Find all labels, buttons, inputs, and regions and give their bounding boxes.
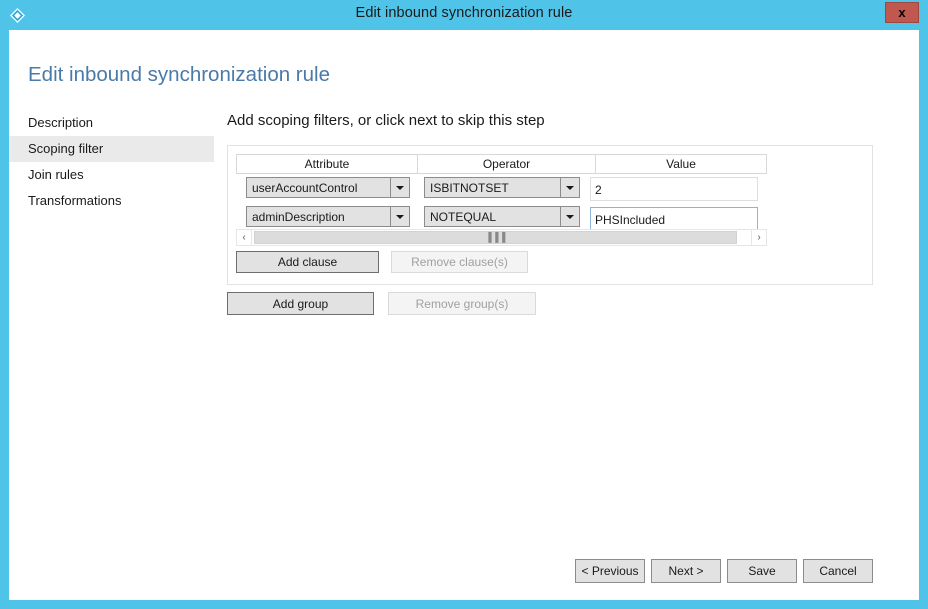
chevron-down-icon[interactable] (560, 207, 579, 226)
remove-clause-button[interactable]: Remove clause(s) (391, 251, 528, 273)
column-header-operator: Operator (418, 155, 596, 173)
sidebar-item-scoping-filter[interactable]: Scoping filter (9, 136, 214, 162)
sidebar-item-label: Description (28, 115, 94, 130)
scrollbar-track[interactable]: ▐▐▐ (252, 229, 751, 246)
remove-group-button[interactable]: Remove group(s) (388, 292, 536, 315)
sidebar-item-transformations[interactable]: Transformations (9, 188, 214, 214)
add-clause-button[interactable]: Add clause (236, 251, 379, 273)
title-bar: Edit inbound synchronization rule x (0, 0, 928, 30)
table-row: adminDescription NOTEQUAL (236, 203, 767, 232)
group-button-group: Add group Remove group(s) (227, 292, 536, 315)
scoping-group-panel: Attribute Operator Value userAccountCont… (227, 145, 873, 285)
table-row: userAccountControl ISBITNOTSET (236, 174, 767, 203)
value-input-row1[interactable] (590, 177, 758, 201)
cancel-button[interactable]: Cancel (803, 559, 873, 583)
close-button[interactable]: x (885, 2, 919, 23)
clause-table: Attribute Operator Value userAccountCont… (236, 154, 767, 232)
scroll-left-arrow-icon[interactable]: ‹ (236, 229, 252, 246)
scrollbar-grip-icon: ▐▐▐ (485, 232, 506, 242)
add-group-button[interactable]: Add group (227, 292, 374, 315)
column-header-attribute: Attribute (237, 155, 418, 173)
attribute-dropdown-row1[interactable]: userAccountControl (246, 177, 410, 198)
sidebar-item-label: Scoping filter (28, 141, 104, 156)
value-input-row2[interactable] (590, 207, 758, 231)
chevron-down-icon[interactable] (390, 207, 409, 226)
attribute-dropdown-value-row2: adminDescription (252, 209, 345, 224)
operator-dropdown-value-row2: NOTEQUAL (430, 209, 497, 224)
dialog-window: Edit inbound synchronization rule x Edit… (0, 0, 928, 609)
sidebar-item-label: Transformations (28, 193, 122, 208)
section-heading: Add scoping filters, or click next to sk… (227, 112, 545, 129)
next-button[interactable]: Next > (651, 559, 721, 583)
scroll-right-arrow-icon[interactable]: › (751, 229, 767, 246)
operator-dropdown-value-row1: ISBITNOTSET (430, 180, 509, 195)
dialog-footer: < Previous Next > Save Cancel (569, 559, 873, 583)
chevron-down-icon[interactable] (390, 178, 409, 197)
dialog-body: Edit inbound synchronization rule Descri… (9, 30, 919, 600)
table-header-row: Attribute Operator Value (236, 154, 767, 174)
attribute-dropdown-value-row1: userAccountControl (252, 180, 358, 195)
chevron-down-icon[interactable] (560, 178, 579, 197)
save-button[interactable]: Save (727, 559, 797, 583)
attribute-dropdown-row2[interactable]: adminDescription (246, 206, 410, 227)
column-header-value: Value (666, 157, 696, 171)
page-title: Edit inbound synchronization rule (28, 63, 330, 86)
previous-button[interactable]: < Previous (575, 559, 645, 583)
operator-dropdown-row2[interactable]: NOTEQUAL (424, 206, 580, 227)
operator-dropdown-row1[interactable]: ISBITNOTSET (424, 177, 580, 198)
sidebar-item-description[interactable]: Description (9, 110, 214, 136)
scrollbar-thumb[interactable]: ▐▐▐ (254, 231, 737, 244)
sidebar-item-label: Join rules (28, 167, 84, 182)
wizard-step-sidebar: Description Scoping filter Join rules Tr… (9, 110, 214, 214)
clause-table-horizontal-scrollbar[interactable]: ‹ ▐▐▐ › (236, 229, 767, 246)
sidebar-item-join-rules[interactable]: Join rules (9, 162, 214, 188)
window-title: Edit inbound synchronization rule (355, 5, 573, 21)
clause-button-group: Add clause Remove clause(s) (236, 251, 528, 273)
